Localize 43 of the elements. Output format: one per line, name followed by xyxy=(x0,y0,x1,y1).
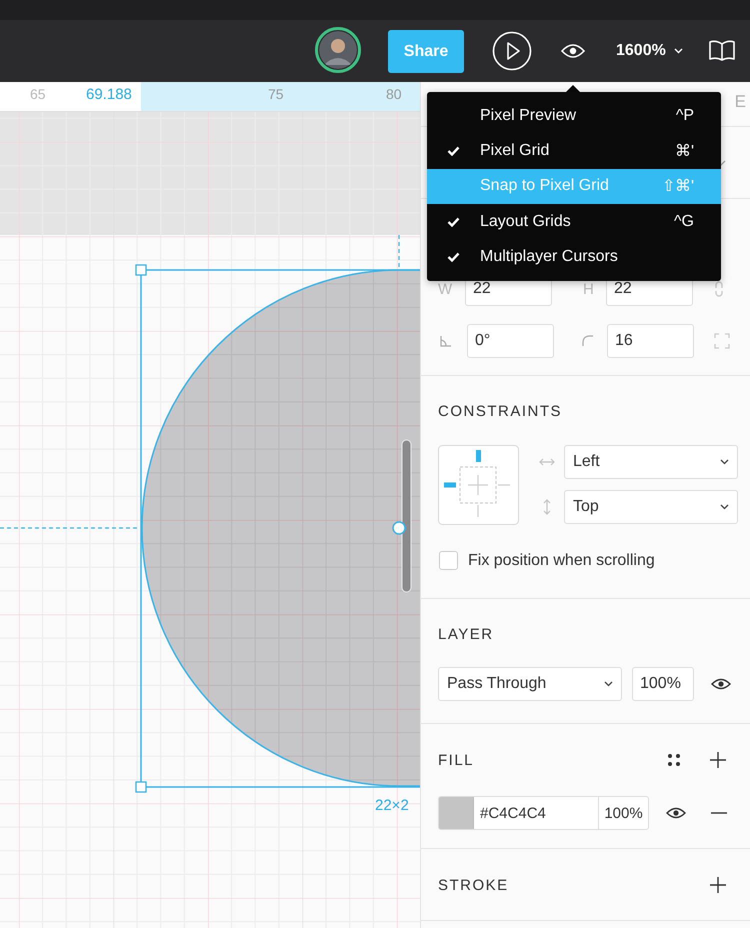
checkbox-label: Fix position when scrolling xyxy=(468,552,655,570)
eye-icon[interactable] xyxy=(711,678,731,690)
menu-item[interactable]: Layout Grids ^G xyxy=(427,204,721,240)
rotation-field[interactable]: 0° xyxy=(467,324,554,358)
ruler-label: 69.188 xyxy=(86,86,132,103)
play-icon[interactable] xyxy=(492,31,532,71)
radius-field[interactable]: 16 xyxy=(607,324,694,358)
width-label: W xyxy=(438,280,454,298)
section-title: STROKE xyxy=(438,876,510,894)
horizontal-constraint-dropdown[interactable]: Left xyxy=(564,445,738,479)
height-label: H xyxy=(583,280,595,298)
opacity-field[interactable]: 100% xyxy=(632,667,694,701)
blend-mode-dropdown[interactable]: Pass Through xyxy=(438,667,622,701)
section-title: CONSTRAINTS xyxy=(438,403,564,420)
user-avatar[interactable] xyxy=(315,27,361,73)
size-label: 22×2 xyxy=(375,797,409,814)
chevron-icon xyxy=(674,48,683,54)
guide-line xyxy=(398,235,400,268)
menu-item[interactable]: Pixel Grid ⌘' xyxy=(427,133,721,169)
styles-icon[interactable] xyxy=(667,753,681,767)
checkbox[interactable] xyxy=(439,551,458,570)
radius-handle[interactable] xyxy=(392,521,406,535)
corner-radius-icon xyxy=(582,335,594,347)
ruler-label: 75 xyxy=(268,86,284,102)
angle-icon xyxy=(440,335,452,347)
menu-item[interactable]: Pixel Preview ^P xyxy=(427,98,721,134)
ruler-label: 80 xyxy=(386,86,402,102)
book-icon[interactable] xyxy=(708,40,736,62)
ruler-label: 65 xyxy=(30,86,46,102)
eye-icon[interactable] xyxy=(666,807,686,819)
vertical-constraint-dropdown[interactable]: Top xyxy=(564,490,738,524)
add-icon[interactable] xyxy=(710,752,726,768)
chevron-icon xyxy=(720,459,729,465)
horizontal-arrow-icon xyxy=(539,458,555,466)
chevron-icon xyxy=(720,504,729,510)
add-icon[interactable] xyxy=(710,877,726,893)
chevron-icon xyxy=(604,681,613,687)
scrollbar[interactable] xyxy=(402,440,412,592)
zoom-dropdown[interactable]: 1600% xyxy=(614,38,685,64)
section-title: LAYER xyxy=(438,626,495,643)
menu-item[interactable]: Multiplayer Cursors xyxy=(427,240,721,275)
lock-icon[interactable] xyxy=(713,280,725,298)
section-title: FILL xyxy=(438,752,476,768)
